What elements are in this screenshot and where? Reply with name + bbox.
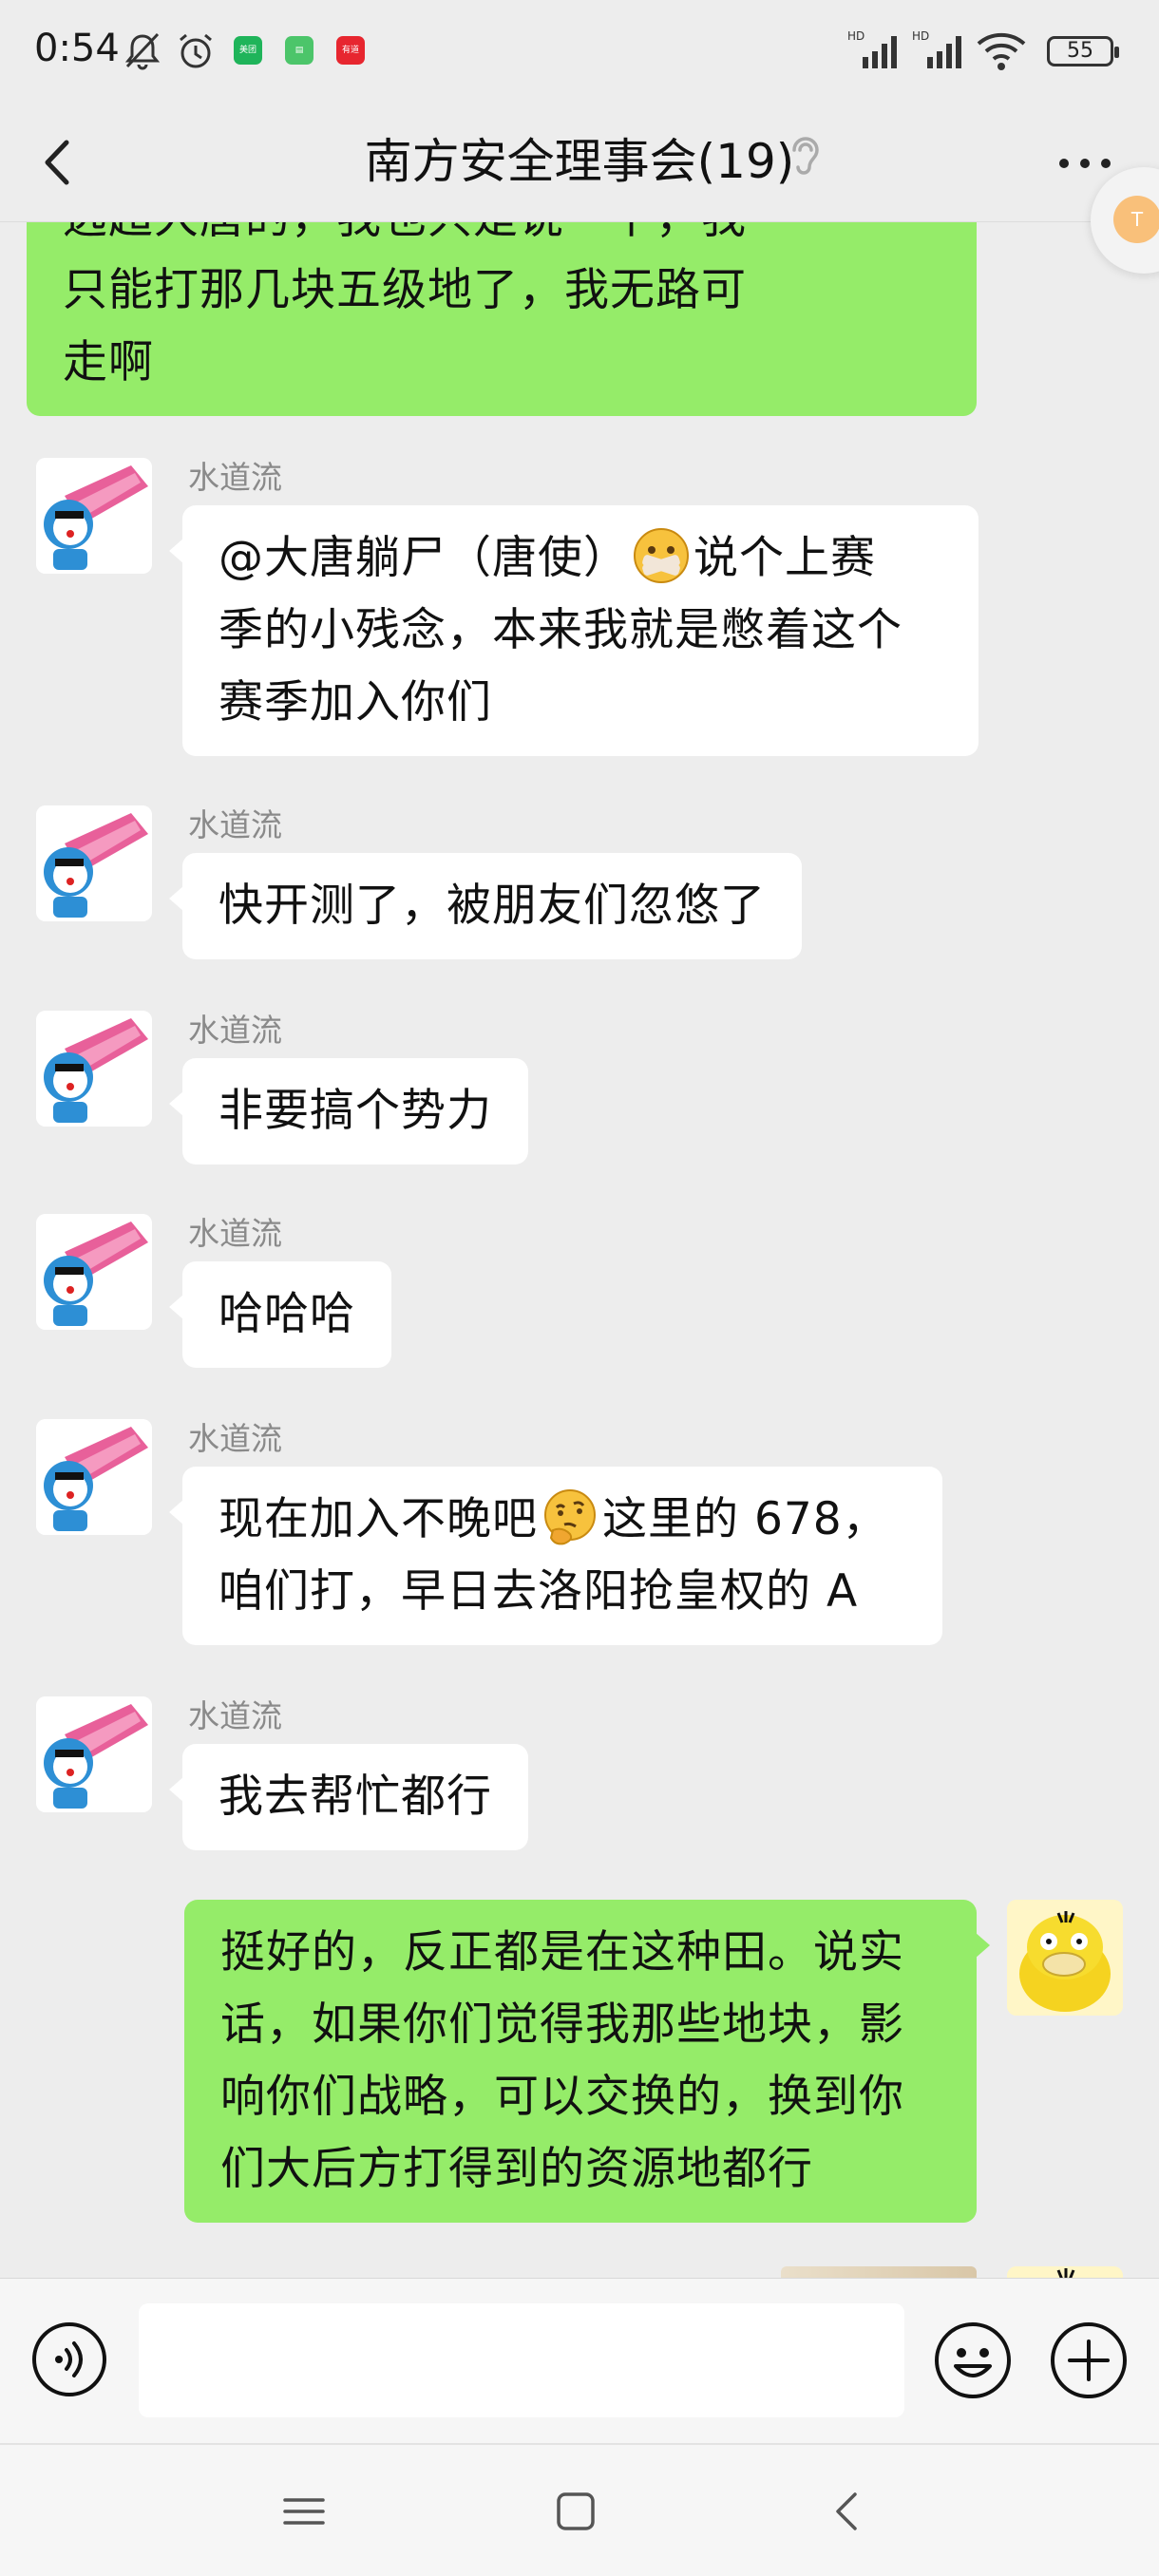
status-time: 0:54: [34, 27, 120, 70]
youdao-badge: 有道: [336, 36, 365, 65]
recent-apps-icon[interactable]: [276, 2483, 332, 2540]
emoji-picker-icon[interactable]: [933, 2320, 1013, 2400]
message-bubble-in[interactable]: 现在加入不晚吧 这里的 678， 咱们打，早日去洛阳抢皇权的 A: [169, 1467, 942, 1645]
status-bar: 0:54 美团 ▤ 有道 HD HD 55: [0, 0, 1159, 103]
wifi-icon: [977, 32, 1026, 70]
meituan-badge: 美团: [234, 36, 262, 65]
mention-text: @大唐躺尸（唐使）: [218, 532, 629, 584]
thinking-emoji: [544, 1489, 596, 1545]
sender-name: 水道流: [188, 1420, 282, 1457]
signal-hd-icon: HD: [847, 29, 897, 68]
message-bubble-in[interactable]: 我去帮忙都行: [169, 1744, 528, 1850]
avatar-shuidaoliu[interactable]: [36, 1011, 152, 1127]
doraemon-avatar-icon: [36, 805, 152, 921]
message-bubble-in[interactable]: 快开测了，被朋友们忽悠了: [169, 853, 802, 959]
doraemon-avatar-icon: [36, 1011, 152, 1127]
chat-title: 南方安全理事会(19): [364, 134, 795, 189]
app-badge-green: ▤: [285, 36, 314, 65]
ear-mute-icon: [792, 137, 819, 175]
voice-input-icon[interactable]: [30, 2320, 108, 2398]
message-text: 快开测了，被朋友们忽悠了: [218, 880, 766, 932]
message-bubble-in[interactable]: 哈哈哈: [169, 1261, 391, 1368]
doraemon-avatar-icon: [36, 1419, 152, 1535]
mute-bell-icon: [124, 32, 161, 70]
message-line: 挺好的，反正都是在这种田。说实: [220, 1926, 904, 1979]
avatar-self[interactable]: [1007, 1900, 1123, 2016]
avatar-shuidaoliu[interactable]: [36, 458, 152, 574]
psyduck-avatar-icon: [1007, 1900, 1123, 2016]
sender-name: 水道流: [188, 1215, 282, 1252]
message-text: 说个上赛: [694, 532, 876, 584]
message-line: 赛季加入你们: [218, 676, 492, 729]
doraemon-avatar-icon: [36, 458, 152, 574]
message-text: 哈哈哈: [218, 1288, 355, 1340]
message-text: 非要搞个势力: [218, 1085, 492, 1137]
more-options-icon[interactable]: [1056, 144, 1113, 182]
sender-name: 水道流: [188, 1012, 282, 1049]
message-line: 走啊: [63, 336, 154, 388]
input-bar: [0, 2278, 1159, 2443]
message-text: 这里的 678，: [602, 1493, 888, 1545]
image-thumbnail[interactable]: [781, 2266, 977, 2278]
system-back-icon[interactable]: [821, 2483, 878, 2540]
doraemon-avatar-icon: [36, 1696, 152, 1812]
message-bubble-in[interactable]: 非要搞个势力: [169, 1058, 528, 1165]
sender-name: 水道流: [188, 459, 282, 496]
message-line: 只能打那几块五级地了，我无路可: [63, 264, 747, 316]
message-line: 响你们战略，可以交换的，换到你: [220, 2071, 904, 2123]
avatar-self[interactable]: [1007, 2266, 1123, 2278]
message-line: 们大后方打得到的资源地都行: [220, 2143, 813, 2195]
svg-text:HD: HD: [912, 29, 929, 43]
avatar-shuidaoliu[interactable]: [36, 1214, 152, 1330]
avatar-shuidaoliu[interactable]: [36, 1696, 152, 1812]
message-input[interactable]: [139, 2303, 904, 2417]
avatar-shuidaoliu[interactable]: [36, 805, 152, 921]
battery-indicator: 55: [1047, 36, 1119, 66]
message-line: 话，如果你们觉得我那些地块，影: [220, 1998, 904, 2051]
avatar-shuidaoliu[interactable]: [36, 1419, 152, 1535]
sender-name: 水道流: [188, 1697, 282, 1734]
signal-hd-icon-2: HD: [912, 29, 961, 68]
message-text: 我去帮忙都行: [218, 1771, 492, 1823]
system-navigation-bar: [0, 2443, 1159, 2576]
alarm-icon: [180, 33, 212, 68]
svg-text:HD: HD: [847, 29, 864, 43]
zipper-mouth-emoji: [634, 528, 689, 583]
sender-name: 水道流: [188, 806, 282, 843]
floating-badge-dot: T: [1113, 196, 1159, 243]
more-actions-plus-icon[interactable]: [1049, 2320, 1129, 2400]
message-line: 咱们打，早日去洛阳抢皇权的 A: [218, 1565, 859, 1618]
chat-header: 南方安全理事会(19): [0, 103, 1159, 222]
message-line: 季的小残念，本来我就是憋着这个: [218, 604, 902, 656]
message-text: 现在加入不晚吧: [218, 1493, 538, 1545]
psyduck-avatar-icon: [1007, 2266, 1123, 2278]
message-bubble-out[interactable]: 挺好的，反正都是在这种田。说实 话，如果你们觉得我那些地块，影 响你们战略，可以…: [184, 1900, 990, 2223]
chat-message-list[interactable]: 远超大唐的，我也只是说一下，我 只能打那几块五级地了，我无路可 走啊 水道流 @…: [0, 222, 1159, 2278]
message-line: 远超大唐的，我也只是说一下，我: [63, 222, 940, 255]
message-bubble-out[interactable]: 远超大唐的，我也只是说一下，我 只能打那几块五级地了，我无路可 走啊: [27, 222, 977, 416]
doraemon-avatar-icon: [36, 1214, 152, 1330]
home-icon[interactable]: [547, 2483, 604, 2540]
message-bubble-in[interactable]: @大唐躺尸（唐使） 说个上赛 季的小残念，本来我就是憋着这个 赛季加入你们: [169, 505, 978, 756]
